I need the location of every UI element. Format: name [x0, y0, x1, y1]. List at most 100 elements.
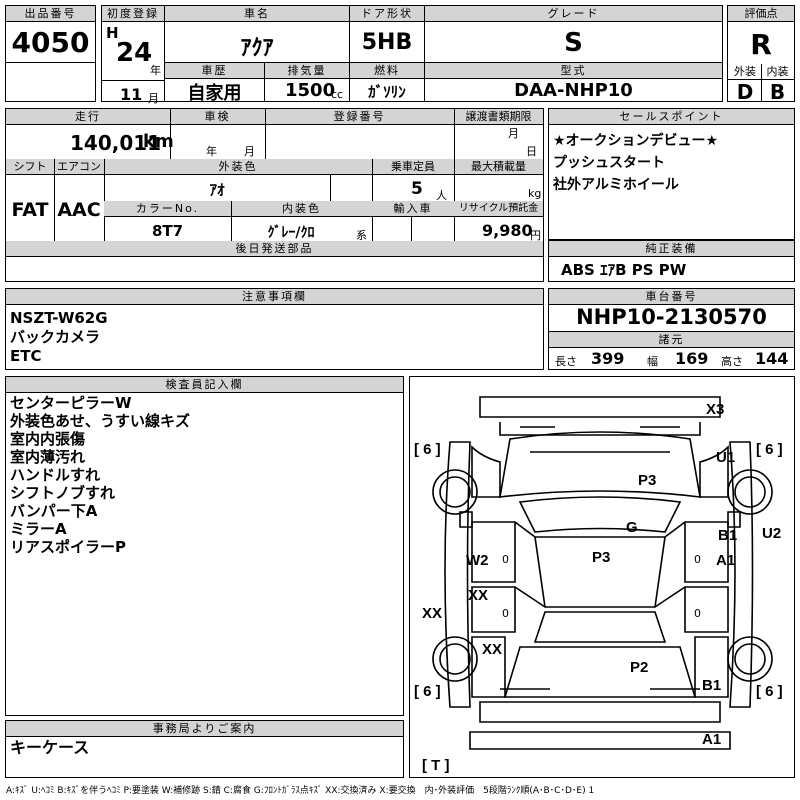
later-parts-label: 後日発送部品 [6, 241, 543, 257]
grade-label: グレード [425, 6, 722, 22]
door-box: ドア形状 5HB [349, 5, 425, 63]
width-label: 幅 [647, 355, 658, 368]
first-reg-box: 初度登録 H 24 年 11 月 [101, 5, 165, 105]
inspection-label: 車検 [170, 109, 265, 125]
sales-point-line: 社外アルミホイール [553, 177, 679, 193]
inspector-line: 室内薄汚れ [10, 448, 86, 466]
office-label: 事務局よりご案内 [6, 721, 403, 737]
office-box: 事務局よりご案内 キーケース [5, 720, 404, 778]
insp-year-unit: 年 [206, 145, 217, 158]
tyre-front-left: [ 6 ] [414, 441, 441, 458]
spec-block: 走行 車検 登録番号 譲渡書類期限 140,011 km 年 月 月 月 日 シ… [5, 108, 544, 282]
car-name: ｱｸｱ [240, 36, 274, 61]
genuine-label: 純正装備 [549, 241, 794, 257]
int-color: ｸﾞﾚｰ/ｸﾛ [267, 225, 315, 241]
shift: FAT [11, 199, 49, 221]
ext-color: ｱｵ [209, 181, 225, 199]
car-history-box: 車歴 自家用 [164, 62, 265, 104]
aircon-label: エアコン [54, 159, 104, 175]
inspector-line: シフトノブすれ [10, 484, 116, 502]
diag-zero-left: 0 [502, 553, 509, 566]
capacity-label: 乗車定員 [372, 159, 454, 175]
inspector-line: リアスポイラーP [10, 538, 126, 556]
shift-label: シフト [6, 159, 54, 175]
diag-g: G [626, 519, 638, 536]
diag-xx-door: XX [468, 587, 489, 604]
displacement-label: 排気量 [265, 63, 349, 79]
sales-point-line: ★オークションデビュー★ [553, 133, 719, 149]
exterior-grade: D [736, 80, 754, 104]
width: 169 [675, 349, 709, 368]
legend: A:ｷｽﾞ U:ﾍｺﾐ B:ｷｽﾞを伴うﾍｺﾐ P:要塗装 W:補修跡 S:錆 … [6, 786, 595, 796]
caution-line: バックカメラ [10, 328, 101, 346]
score-box: 評価点 R 外装 内装 D B [727, 5, 795, 104]
transfer-month-unit: 月 [508, 127, 519, 140]
chassis-box: 車台番号 NHP10-2130570 諸元 長さ 399 幅 169 高さ 14… [548, 288, 795, 370]
length-label: 長さ [555, 355, 577, 368]
kg-unit: kg [528, 187, 542, 200]
fuel: ｶﾞｿﾘﾝ [368, 83, 406, 101]
cc-unit: cc [331, 88, 344, 101]
displacement-box: 排気量 1500 cc [264, 62, 350, 102]
int-color-label: 内装色 [231, 201, 372, 217]
inspector-list: センターピラーW 外装色あせ、うすい線キズ 室内内張傷 室内薄汚れ ハンドルすれ シフトノ… [10, 394, 190, 556]
diag-xx-rear: XX [482, 641, 503, 658]
chassis-number: NHP10-2130570 [576, 305, 767, 329]
length: 399 [591, 349, 625, 368]
diag-b1-rear: B1 [702, 677, 722, 694]
caution-label: 注意事項欄 [6, 289, 543, 305]
reg-year: 24 [116, 38, 153, 68]
km-unit: km [143, 131, 174, 152]
score: R [750, 28, 772, 61]
exterior-label: 外装 [728, 64, 762, 80]
transfer-day: 日 [526, 145, 537, 158]
car-history: 自家用 [187, 83, 242, 104]
diag-a1-front: A1 [716, 552, 736, 569]
interior-grade: B [769, 80, 786, 104]
fuel-label: 燃料 [350, 63, 424, 79]
caution-list: NSZT-W62G バックカメラ ETC [10, 309, 108, 366]
diag-u1: U1 [716, 449, 736, 466]
model-label: 型式 [425, 63, 722, 79]
grade-box: グレード S [424, 5, 723, 63]
fuel-box: 燃料 ｶﾞｿﾘﾝ [349, 62, 425, 102]
height: 144 [755, 349, 789, 368]
inspector-line: 外装色あせ、うすい線キズ [10, 412, 191, 430]
caution-line: ETC [10, 347, 42, 365]
diag-a1-rear: A1 [702, 731, 722, 748]
sales-point-label: セールスポイント [549, 109, 794, 125]
height-label: 高さ [721, 355, 743, 368]
model-box: 型式 DAA-NHP10 [424, 62, 723, 102]
door-label: ドア形状 [350, 6, 424, 22]
import-label: 輸入車 [372, 201, 454, 217]
mileage-label: 走行 [6, 109, 170, 125]
diag-p2: P2 [630, 659, 649, 676]
diag-zero-rear-left: 0 [502, 607, 509, 620]
tyre-rear-right: [ 6 ] [756, 683, 783, 700]
sales-point-list: ★オークションデビュー★ プッシュスタート 社外アルミホイール [553, 130, 718, 196]
transfer-label: 譲渡書類期限 [454, 109, 543, 125]
diag-zero-rear-right: 0 [694, 607, 701, 620]
inspector-line: ハンドルすれ [10, 466, 101, 484]
displacement: 1500 [285, 80, 336, 101]
score-label: 評価点 [728, 6, 794, 22]
car-diagram-box: X3 U1 U2 P3 G B1 A1 W2 P3 XX XX XX P2 B1… [409, 376, 795, 778]
sales-point-box: セールスポイント ★オークションデビュー★ プッシュスタート 社外アルミホイール [548, 108, 795, 240]
ext-color-label: 外装色 [104, 159, 372, 175]
car-name-label: 車名 [165, 6, 349, 22]
lot-number: 4050 [11, 26, 90, 59]
interior-label: 内装 [761, 64, 794, 80]
color-no-label: カラーNo. [104, 201, 231, 217]
car-diagram [432, 396, 773, 750]
inspector-line: バンパー下A [10, 502, 98, 520]
inspector-line: 室内内張傷 [10, 430, 86, 448]
grade: S [564, 28, 583, 58]
tyre-front-right: [ 6 ] [756, 441, 783, 458]
inspector-label: 検査員記入欄 [6, 377, 403, 393]
spare-tyre: [ T ] [422, 757, 450, 774]
diag-xx-side: XX [422, 605, 443, 622]
max-load-label: 最大積載量 [454, 159, 543, 175]
tyre-rear-left: [ 6 ] [414, 683, 441, 700]
caution-line: NSZT-W62G [10, 309, 108, 327]
office-list: キーケース [10, 739, 89, 757]
